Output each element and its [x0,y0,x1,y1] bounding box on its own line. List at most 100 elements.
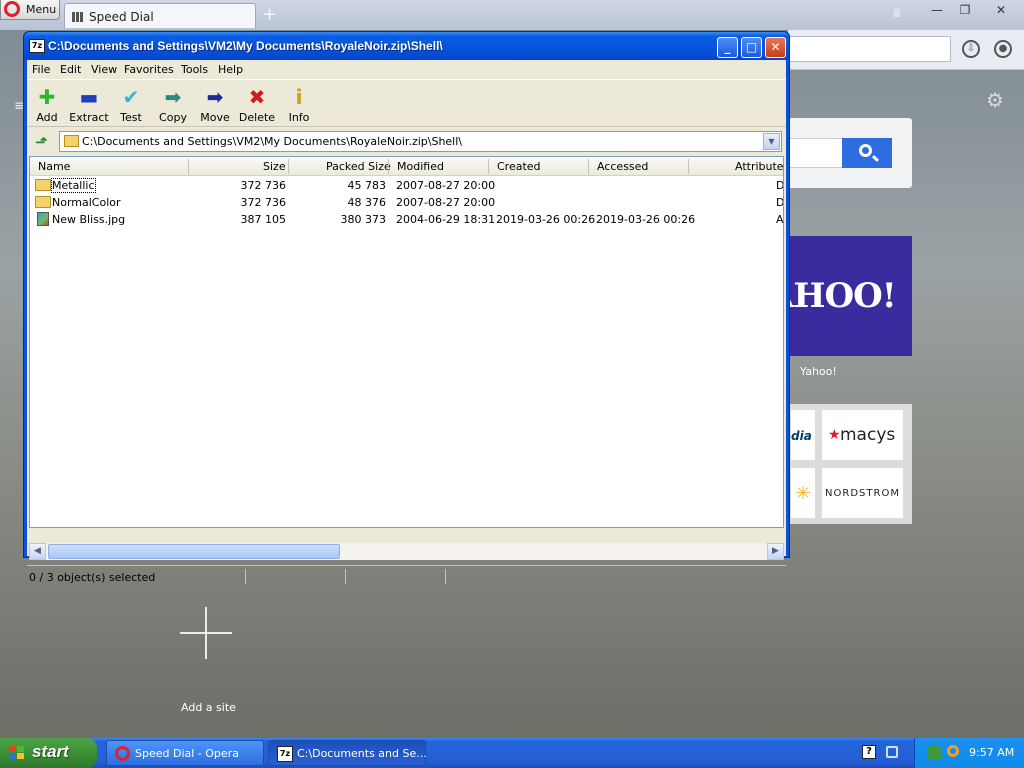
column-divider[interactable] [388,159,389,174]
toolbar: ✚ Add ▬ Extract ✔ Test ➡ Copy ➡ Move ✖ D… [27,81,786,127]
walmart-spark-icon[interactable]: ✳ [790,467,816,519]
info-button[interactable]: i Info [279,83,319,125]
horizontal-scrollbar[interactable]: ◀ ▶ [29,543,784,560]
add-button[interactable]: ✚ Add [27,83,67,125]
test-button[interactable]: ✔ Test [111,83,151,125]
up-arrow-icon: ⬏ [35,133,48,151]
file-size: 372 736 [240,179,287,192]
network-icon[interactable] [886,746,898,758]
magnifier-icon[interactable] [947,745,959,757]
path-combobox[interactable]: C:\Documents and Settings\VM2\My Documen… [59,131,782,152]
column-header-accessed[interactable]: Accessed [597,160,648,173]
speed-dial-mini-tile-macys[interactable]: ★ macys [821,409,904,461]
column-divider[interactable] [588,159,589,174]
column-header-modified[interactable]: Modified [397,160,444,173]
file-packed-size: 380 373 [340,213,387,226]
extract-button[interactable]: ▬ Extract [69,83,109,125]
selection-status: 0 / 3 object(s) selected [29,571,156,584]
menu-help[interactable]: Help [218,63,243,76]
add-site-label[interactable]: Add a site [181,701,236,714]
status-divider [345,569,346,584]
7zip-client-area: File Edit View Favorites Tools Help ✚ Ad… [27,60,786,584]
table-row[interactable]: Metallic 372 736 45 783 2007-08-27 20:00… [30,177,783,194]
browser-close-button[interactable]: ✕ [990,3,1012,19]
file-accessed: 2019-03-26 00:26 [596,213,696,226]
minus-icon: ▬ [79,85,99,109]
taskbar-item-label: C:\Documents and Se... [297,747,427,760]
column-header-attributes[interactable]: Attributes [735,160,783,173]
column-divider[interactable] [188,159,189,174]
up-folder-button[interactable]: ⬏ [31,132,53,152]
speed-dial-search-input[interactable] [788,138,842,168]
tray-app-icon[interactable] [927,746,941,760]
info-icon: i [295,85,303,109]
tab-speed-dial[interactable]: Speed Dial [64,3,256,28]
menu-tools[interactable]: Tools [181,63,208,76]
speed-dial-grid-icon [72,12,84,22]
windows-flag-icon [9,746,25,760]
copy-button[interactable]: ➡ Copy [153,83,193,125]
check-icon: ✔ [122,85,140,109]
chevron-down-icon[interactable]: ▼ [763,133,780,150]
add-site-plus-icon[interactable] [180,607,232,659]
delete-button[interactable]: ✖ Delete [237,83,277,125]
file-name: Metallic [51,178,96,193]
window-title: C:\Documents and Settings\VM2\My Documen… [48,39,443,53]
scroll-right-button[interactable]: ▶ [767,543,784,560]
opera-menu-button[interactable]: Menu [0,0,60,20]
browser-restore-button[interactable]: ❐ [954,3,976,19]
file-list-header: Name Size Packed Size Modified Created A… [30,157,783,176]
scrollbar-thumb[interactable] [48,544,340,559]
menu-favorites[interactable]: Favorites [124,63,174,76]
scroll-left-button[interactable]: ◀ [29,543,46,560]
taskbar-item-7zip[interactable]: 7z C:\Documents and Se... [268,740,427,766]
file-name: NormalColor [52,196,121,209]
maximize-button[interactable]: □ [741,37,762,58]
gear-icon[interactable]: ⚙ [986,88,1004,112]
column-header-packed-size[interactable]: Packed Size [326,160,391,173]
column-divider[interactable] [288,159,289,174]
speed-dial-search-button[interactable] [842,138,892,168]
help-icon[interactable]: ? [862,745,876,759]
new-tab-button[interactable]: + [262,4,277,25]
browser-minimize-button[interactable]: — [926,3,948,19]
speed-dial-tile-yahoo[interactable]: AHOO! [788,236,912,356]
menu-view[interactable]: View [91,63,117,76]
browser-tab-bar: Menu Speed Dial + ⩸ — ❐ ✕ [0,0,1024,30]
close-button[interactable]: ✕ [765,37,786,58]
column-divider[interactable] [488,159,489,174]
folder-icon [35,179,51,191]
opera-menu-label: Menu [26,3,57,16]
address-field[interactable] [788,36,951,62]
speed-dial-mini-tile[interactable]: dia [790,409,816,461]
column-header-created[interactable]: Created [497,160,541,173]
tab-title: Speed Dial [89,10,154,24]
7zip-title-bar[interactable]: 7z C:\Documents and Settings\VM2\My Docu… [24,32,789,60]
menu-edit[interactable]: Edit [60,63,81,76]
file-size: 387 105 [240,213,287,226]
column-divider[interactable] [688,159,689,174]
7zip-app-icon: 7z [29,39,45,53]
taskbar-item-opera[interactable]: Speed Dial - Opera [106,740,264,766]
opera-logo-icon [4,1,20,17]
download-icon[interactable]: ⇩ [962,40,980,58]
speed-dial-mini-tile-nordstrom[interactable]: NORDSTROM [821,467,904,519]
menu-file[interactable]: File [32,63,50,76]
7zip-window: 7z C:\Documents and Settings\VM2\My Docu… [23,31,790,584]
minimize-button[interactable]: _ [717,37,738,58]
column-header-size[interactable]: Size [263,160,286,173]
path-bar: ⬏ C:\Documents and Settings\VM2\My Docum… [27,130,786,154]
file-list[interactable]: Name Size Packed Size Modified Created A… [29,156,784,528]
file-name: New Bliss.jpg [52,213,126,226]
file-size: 372 736 [240,196,287,209]
column-header-name[interactable]: Name [38,160,70,173]
tab-menu-icon[interactable]: ⩸ [893,6,901,21]
start-button[interactable]: start [0,738,97,768]
speed-dial-folder-tile[interactable]: dia ★ macys ✳ NORDSTROM [788,404,912,524]
file-attributes: D [776,196,784,209]
move-button[interactable]: ➡ Move [195,83,235,125]
table-row[interactable]: NormalColor 372 736 48 376 2007-08-27 20… [30,194,784,211]
status-bar: 0 / 3 object(s) selected [27,565,786,585]
table-row[interactable]: New Bliss.jpg 387 105 380 373 2004-06-29… [30,211,783,228]
account-icon[interactable]: ● [994,40,1012,58]
